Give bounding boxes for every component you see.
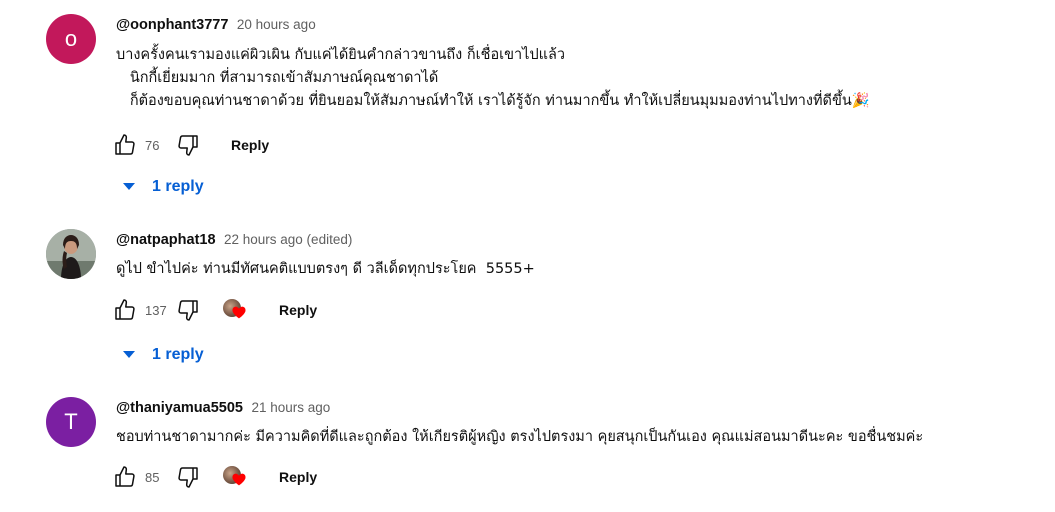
avatar[interactable] <box>46 229 96 279</box>
thumbs-down-icon <box>178 467 198 488</box>
comment-text-line: ดูไป ขำไปค่ะ ท่านมีทัศนคติแบบตรงๆ ดี วลี… <box>116 261 535 277</box>
avatar[interactable]: o <box>46 14 96 64</box>
creator-heart-icon <box>232 306 246 319</box>
like-button[interactable] <box>112 297 138 323</box>
replies-count-label: 1 reply <box>152 346 204 363</box>
like-button[interactable] <box>112 464 138 490</box>
creator-heart-badge <box>223 464 251 490</box>
creator-heart-icon <box>232 473 246 486</box>
comment-timestamp[interactable]: 22 hours ago (edited) <box>224 232 352 247</box>
like-button[interactable] <box>112 132 138 158</box>
like-count: 76 <box>145 137 160 153</box>
comment-actions: 85 Reply <box>112 462 327 492</box>
comment-actions: 137 Reply <box>112 295 327 325</box>
dislike-button[interactable] <box>175 297 201 323</box>
avatar-letter: T <box>64 409 78 434</box>
replies-count-label: 1 reply <box>152 178 204 195</box>
comment-text-line: นิกกี้เยี่ยมมาก ที่สามารถเข้าสัมภาษณ์คุณ… <box>116 70 439 86</box>
comment-header: @thaniyamua5505 21 hours ago <box>116 398 330 418</box>
like-count: 85 <box>145 469 160 485</box>
avatar-letter: o <box>64 26 78 51</box>
thumbs-up-icon <box>115 466 135 487</box>
author-handle[interactable]: @natpaphat18 <box>116 232 216 248</box>
reply-button[interactable]: Reply <box>269 296 327 324</box>
comment-header: @oonphant3777 20 hours ago <box>116 15 316 35</box>
comment-actions: 76 Reply <box>112 130 279 160</box>
thumbs-down-icon <box>178 135 198 156</box>
comment-header: @natpaphat18 22 hours ago (edited) <box>116 230 352 250</box>
avatar[interactable]: T <box>46 397 96 447</box>
comment-text-line: บางครั้งคนเรามองแค่ผิวเผิน กับแค่ได้ยินค… <box>116 47 566 63</box>
author-handle[interactable]: @oonphant3777 <box>116 17 228 33</box>
caret-down-icon <box>123 183 135 190</box>
comment-text: ดูไป ขำไปค่ะ ท่านมีทัศนคติแบบตรงๆ ดี วลี… <box>116 258 535 281</box>
reply-button[interactable]: Reply <box>221 131 279 159</box>
profile-photo <box>46 229 96 279</box>
thumbs-up-icon <box>115 299 135 320</box>
comment-text: บางครั้งคนเรามองแค่ผิวเผิน กับแค่ได้ยินค… <box>116 44 870 113</box>
thumbs-up-icon <box>115 134 135 155</box>
comment-timestamp[interactable]: 21 hours ago <box>251 400 330 415</box>
view-replies-button[interactable]: 1 reply <box>118 172 204 202</box>
thumbs-down-icon <box>178 300 198 321</box>
creator-heart-badge <box>223 297 251 323</box>
dislike-button[interactable] <box>175 132 201 158</box>
like-count: 137 <box>145 302 167 318</box>
reply-button[interactable]: Reply <box>269 463 327 491</box>
comment-timestamp[interactable]: 20 hours ago <box>237 17 316 32</box>
dislike-button[interactable] <box>175 464 201 490</box>
view-replies-button[interactable]: 1 reply <box>118 340 204 370</box>
comment-text: ชอบท่านชาดามากค่ะ มีความคิดที่ดีและถูกต้… <box>116 426 923 449</box>
author-handle[interactable]: @thaniyamua5505 <box>116 400 243 416</box>
comment-text-line: ก็ต้องขอบคุณท่านชาดาด้วย ที่ยินยอมให้สัม… <box>116 93 870 109</box>
caret-down-icon <box>123 351 135 358</box>
comment-text-line: ชอบท่านชาดามากค่ะ มีความคิดที่ดีและถูกต้… <box>116 429 924 445</box>
